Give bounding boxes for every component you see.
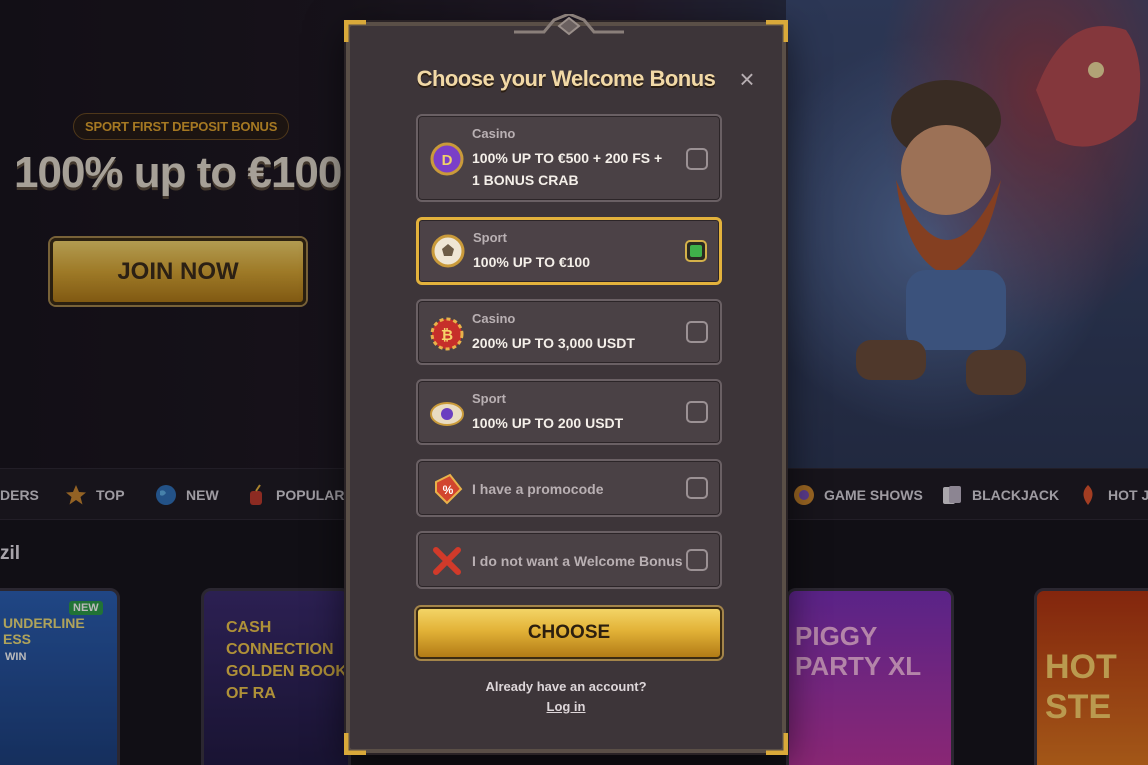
promocode-label: I have a promocode (472, 481, 604, 497)
welcome-bonus-modal: Choose your Welcome Bonus × D Casino 100… (344, 14, 788, 755)
corner-ornament-icon (344, 20, 366, 42)
svg-text:%: % (443, 483, 454, 497)
soccer-ball-icon (431, 234, 465, 268)
checkbox-icon[interactable] (684, 319, 710, 345)
page: SPORT FIRST DEPOSIT BONUS 100% up to €10… (0, 0, 1148, 765)
option-category: Casino (472, 311, 516, 326)
svg-text:D: D (442, 152, 453, 169)
account-question: Already have an account? (485, 679, 647, 694)
option-category: Sport (472, 391, 506, 406)
option-line: 1 BONUS CRAB (472, 172, 579, 188)
no-bonus-option[interactable]: I do not want a Welcome Bonus (416, 531, 722, 589)
svg-text:₿: ₿ (441, 327, 453, 344)
bitcoin-chip-icon: ₿ (430, 317, 464, 351)
football-bitcoin-icon (430, 402, 464, 426)
red-x-icon (433, 547, 461, 575)
close-icon[interactable]: × (734, 66, 760, 92)
checkbox-icon[interactable] (684, 399, 710, 425)
no-bonus-label: I do not want a Welcome Bonus (472, 553, 683, 569)
bonus-option-sport-100[interactable]: Sport 100% UP TO €100 (416, 217, 722, 285)
option-description: 100% UP TO €100 (473, 254, 591, 270)
option-category: Casino (472, 126, 516, 141)
bonus-option-casino-500[interactable]: D Casino 100% UP TO €500 + 200 FS + 1 BO… (416, 114, 722, 202)
option-category: Sport (473, 230, 507, 245)
option-description: 100% UP TO €500 + 200 FS + 1 BONUS CRAB (472, 147, 672, 191)
option-description: 100% UP TO 200 USDT (472, 415, 624, 431)
checkbox-checked-icon[interactable] (683, 238, 709, 264)
corner-ornament-icon (766, 20, 788, 42)
option-description: 200% UP TO 3,000 USDT (472, 335, 635, 351)
checkbox-icon[interactable] (684, 475, 710, 501)
option-line: 100% UP TO €500 + 200 FS + (472, 150, 663, 166)
ornament-icon (514, 14, 624, 36)
bonus-option-sport-usdt[interactable]: Sport 100% UP TO 200 USDT (416, 379, 722, 445)
promocode-option[interactable]: % I have a promocode (416, 459, 722, 517)
corner-ornament-icon (344, 733, 366, 755)
percent-tag-icon: % (435, 473, 463, 505)
modal-title: Choose your Welcome Bonus (416, 66, 716, 91)
checkbox-icon[interactable] (684, 146, 710, 172)
dice-coin-icon: D (430, 142, 464, 176)
corner-ornament-icon (766, 733, 788, 755)
bonus-option-casino-usdt[interactable]: ₿ Casino 200% UP TO 3,000 USDT (416, 299, 722, 365)
login-link[interactable]: Log in (350, 699, 782, 714)
choose-button[interactable]: CHOOSE (416, 607, 722, 659)
checkbox-icon[interactable] (684, 547, 710, 573)
